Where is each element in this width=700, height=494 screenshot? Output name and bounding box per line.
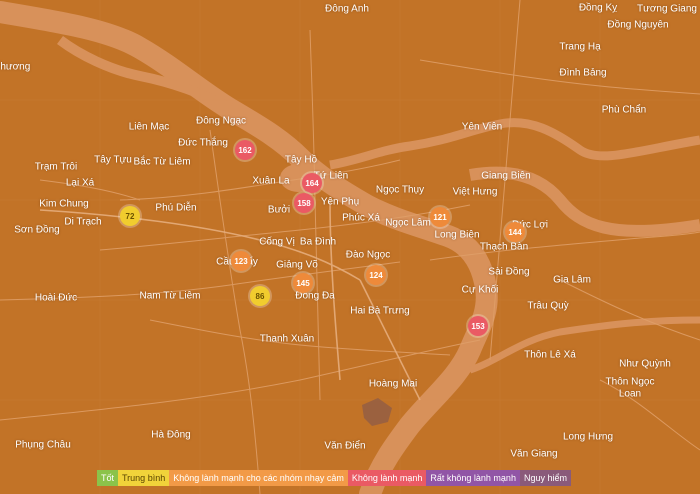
place-label-van-giang: Văn Giang [510,448,558,460]
aqi-marker-145[interactable]: 145 [293,273,313,293]
place-label-thach-ban: Thạch Bàn [479,241,529,253]
place-label-giang-vo: Giảng Võ [276,259,318,271]
place-label-di-trach: Di Trạch [64,216,102,228]
place-label-duc-thang: Đức Thắng [178,137,228,149]
place-label-nam-tu-liem: Nam Từ Liêm [139,290,201,302]
aqi-map[interactable]: Đông Anh Đồng Kỵ Tương Giang Đồng Nguyên Phư… [0,0,700,494]
place-label-phuong: Phương [0,61,31,73]
legend-hazardous[interactable]: Nguy hiểm [519,470,571,486]
place-label-lai-xa: Lại Xá [65,177,95,189]
place-label-cong-vi: Cống Vị [259,236,295,248]
place-label-lien-mac: Liên Mạc [128,121,170,133]
aqi-marker-124[interactable]: 124 [366,265,386,285]
place-label-kim-chung: Kim Chung [39,198,89,210]
aqi-marker-144[interactable]: 144 [505,222,525,242]
place-label-nhu-quynh: Như Quỳnh [619,358,671,370]
place-label-long-hung: Long Hưng [562,431,614,443]
place-label-dinh-bang: Đình Bảng [559,67,607,79]
aqi-marker-121[interactable]: 121 [430,207,450,227]
legend-good[interactable]: Tốt [97,470,119,486]
place-label-yen-phu: Yên Phụ [320,196,360,208]
aqi-marker-162[interactable]: 162 [235,140,255,160]
place-label-cu-khoi: Cự Khối [461,284,499,296]
place-label-tram-troi: Trạm Trôi [34,161,78,173]
place-label-ha-dong: Hà Đông [151,429,191,441]
place-label-xuan-la: Xuân La [252,175,290,187]
duong-river [329,118,700,170]
place-label-buoi: Bưởi [267,204,291,216]
place-label-ngoc-thuy: Ngọc Thụy [375,184,425,196]
aqi-marker-123[interactable]: 123 [231,251,251,271]
place-label-dong-ky: Đồng Kỵ [578,2,618,14]
legend-very-unhealthy[interactable]: Rất không lành mạnh [426,470,520,486]
place-label-trang-ha: Trang Hạ [559,41,601,53]
place-label-ba-dinh: Ba Đình [299,236,337,248]
place-label-dong-ngac: Đông Ngạc [195,115,247,127]
aqi-marker-158[interactable]: 158 [294,193,314,213]
place-label-thanh-xuan: Thanh Xuân [259,333,315,345]
legend-moderate[interactable]: Trung bình [118,470,170,486]
place-label-tuong-giang: Tương Giang [637,3,697,15]
place-label-phuc-xa: Phúc Xá [342,212,380,224]
place-label-thon-ngoc-loan-2: Loan [618,388,642,400]
place-label-dong-nguyen: Đồng Nguyên [607,19,669,31]
place-label-son-dong: Sơn Đồng [14,224,60,236]
legend-unhealthy[interactable]: Không lành mạnh [347,470,427,486]
place-label-yen-vien: Yên Viên [461,121,503,133]
place-label-giang-bien: Giang Biên [481,170,531,182]
place-label-gia-lam: Gia Lâm [553,274,591,286]
aqi-legend: Tốt Trung bình Không lành mạnh cho các n… [97,470,571,486]
place-label-long-bien: Long Biên [434,229,480,241]
place-label-dong-anh: Đông Anh [325,3,369,15]
place-label-sai-dong: Sài Đồng [488,266,530,278]
place-label-phu-dien: Phú Diễn [155,202,197,214]
aqi-marker-153[interactable]: 153 [468,316,488,336]
aqi-marker-164[interactable]: 164 [302,173,322,193]
place-label-viet-hung: Việt Hưng [452,186,498,198]
place-label-tay-ho: Tây Hồ [284,154,318,166]
place-label-trau-quy: Trâu Quỳ [527,300,569,312]
place-label-phu-chan: Phù Chẩn [601,104,647,116]
place-label-ngoc-lam: Ngọc Lâm [385,217,431,229]
place-label-thon-le-xa: Thôn Lê Xá [524,349,576,361]
aqi-marker-86[interactable]: 86 [250,286,270,306]
legend-unhealthy-sensitive[interactable]: Không lành mạnh cho các nhóm nhạy cảm [169,470,348,486]
place-label-van-dien: Văn Điển [324,440,366,452]
place-label-phung-chau: Phụng Châu [15,439,71,451]
place-label-hoai-duc: Hoài Đức [34,292,78,304]
place-label-dao-ngoc: Đào Ngọc [345,249,391,261]
place-label-hai-ba-trung: Hai Bà Trưng [350,305,410,317]
place-label-bac-tu-liem: Bắc Từ Liêm [133,156,191,168]
place-label-hoang-mai: Hoàng Mai [368,378,418,390]
place-label-thon-ngoc-loan-1: Thôn Ngọc [605,376,655,388]
place-label-tay-tuu: Tây Tựu [94,154,132,166]
aqi-marker-72[interactable]: 72 [120,206,140,226]
